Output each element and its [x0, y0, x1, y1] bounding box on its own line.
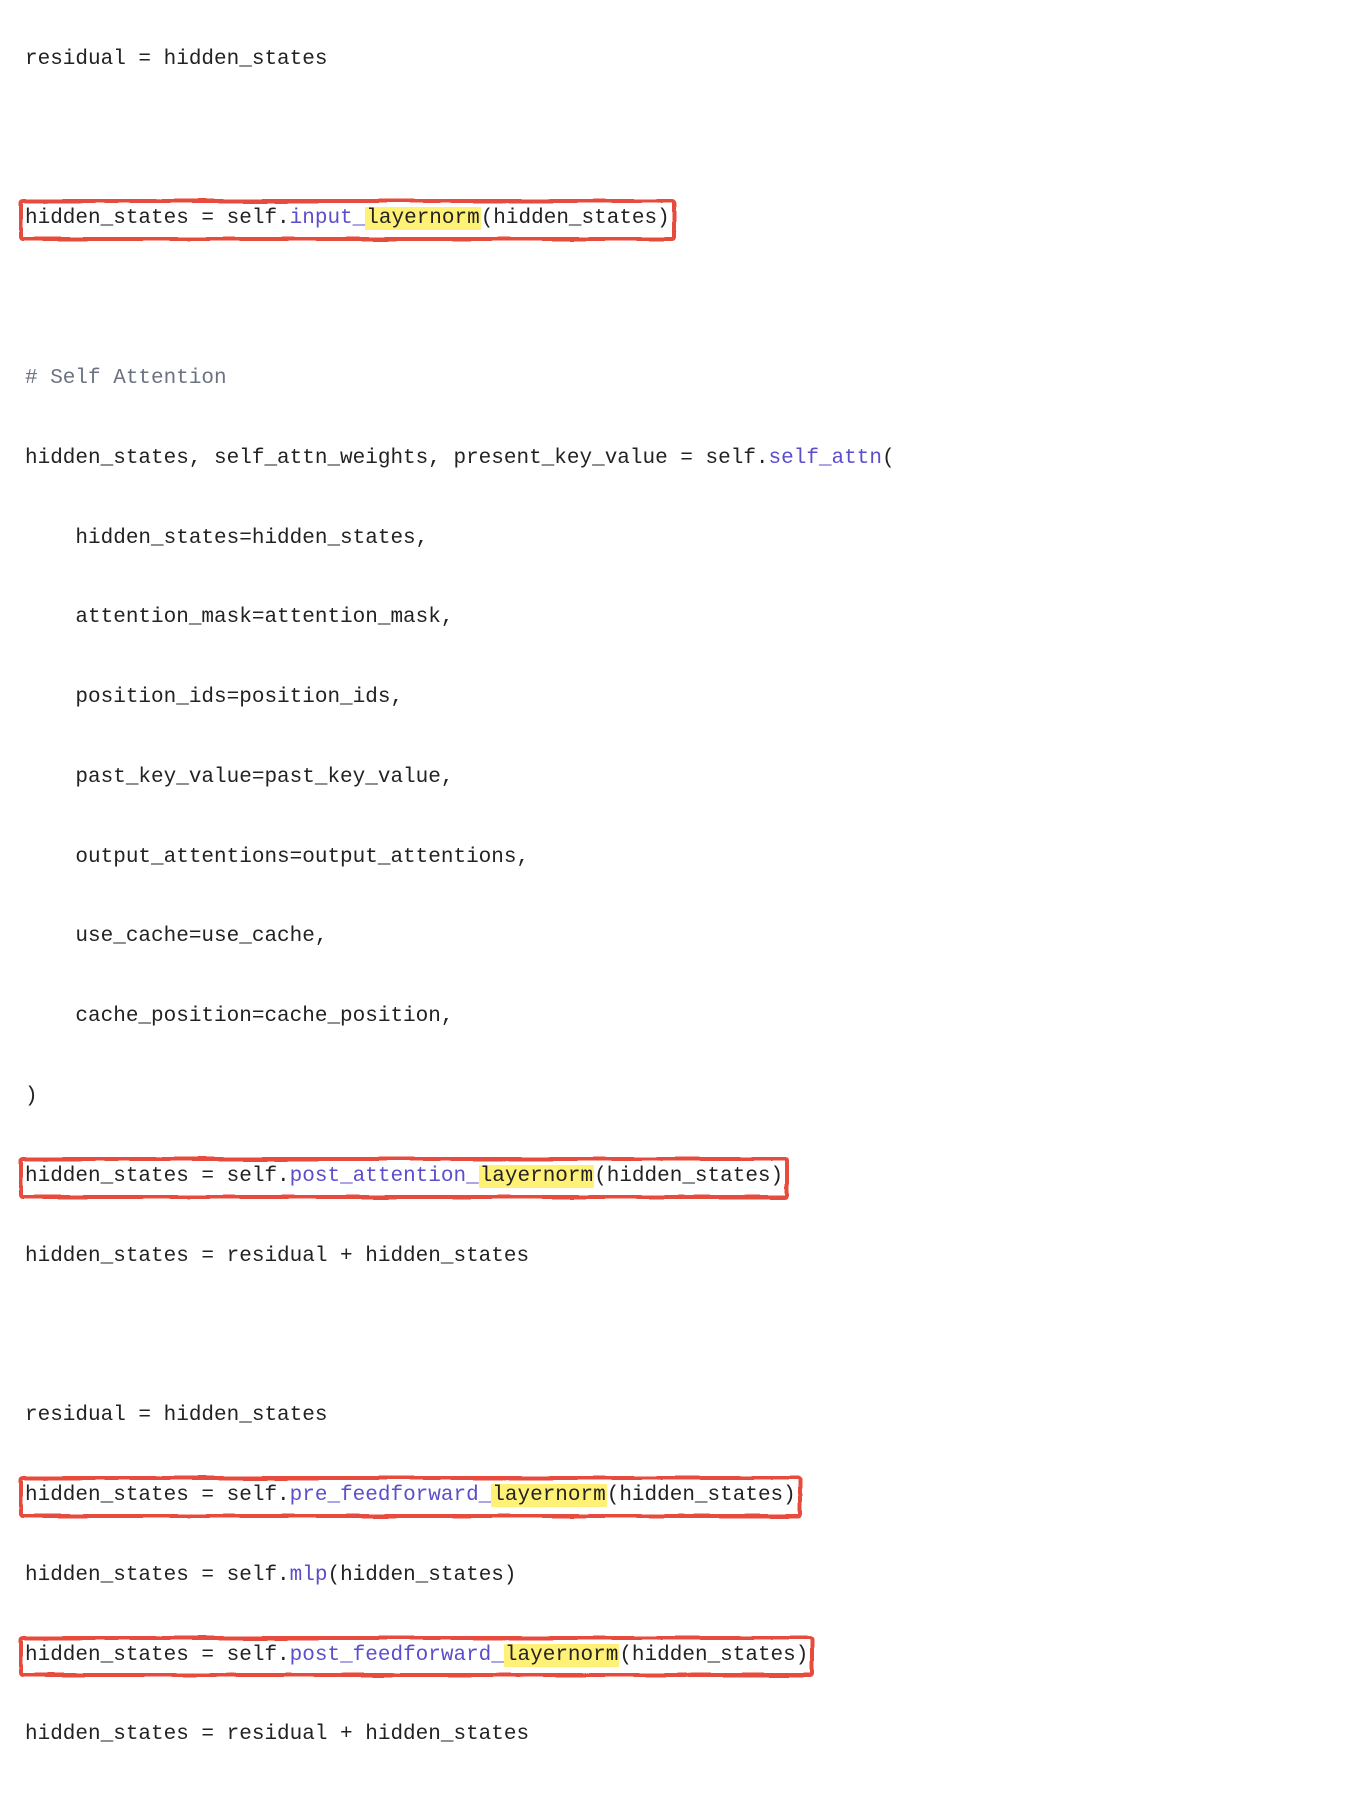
code-text: hidden_states=hidden_states, — [25, 527, 428, 550]
code-line-highlight-box: hidden_states = self.input_layernorm(hid… — [25, 199, 1352, 239]
code-text: hidden_states, self_attn_weights, presen… — [25, 447, 769, 470]
code-text: hidden_states = self. — [25, 1564, 290, 1587]
code-text: (hidden_states) — [481, 207, 670, 230]
code-text: output_attentions=output_attentions, — [25, 846, 529, 869]
code-text: hidden_states = self. — [25, 207, 290, 230]
code-line-highlight-box: hidden_states = self.post_attention_laye… — [25, 1157, 1352, 1197]
code-text: cache_position=cache_position, — [25, 1005, 453, 1028]
code-text: hidden_states = residual + hidden_states — [25, 1723, 529, 1746]
code-highlight: layernorm — [504, 1644, 619, 1667]
code-line-highlight-box: hidden_states = self.pre_feedforward_lay… — [25, 1476, 1352, 1516]
code-line — [25, 1316, 1352, 1356]
code-call: mlp — [290, 1564, 328, 1587]
code-text: hidden_states = self. — [25, 1644, 290, 1667]
code-attr: post_feedforward_ — [290, 1644, 504, 1667]
code-text: residual = hidden_states — [25, 48, 327, 71]
code-text: ) — [25, 1085, 38, 1108]
code-text: hidden_states = residual + hidden_states — [25, 1245, 529, 1268]
code-line: hidden_states, self_attn_weights, presen… — [25, 439, 1352, 479]
code-line: hidden_states = residual + hidden_states — [25, 1237, 1352, 1277]
code-text: hidden_states = self. — [25, 1484, 290, 1507]
code-text: past_key_value=past_key_value, — [25, 766, 453, 789]
code-line: ) — [25, 1077, 1352, 1117]
code-line: residual = hidden_states — [25, 40, 1352, 80]
code-text: use_cache=use_cache, — [25, 925, 327, 948]
code-line: cache_position=cache_position, — [25, 997, 1352, 1037]
code-line: hidden_states = self.mlp(hidden_states) — [25, 1556, 1352, 1596]
code-line: hidden_states=hidden_states, — [25, 519, 1352, 559]
code-line: use_cache=use_cache, — [25, 917, 1352, 957]
code-line: position_ids=position_ids, — [25, 678, 1352, 718]
code-text: (hidden_states) — [327, 1564, 516, 1587]
code-comment: # Self Attention — [25, 367, 227, 390]
code-line: past_key_value=past_key_value, — [25, 758, 1352, 798]
code-line: residual = hidden_states — [25, 1396, 1352, 1436]
code-line: output_attentions=output_attentions, — [25, 838, 1352, 878]
code-line: attention_mask=attention_mask, — [25, 598, 1352, 638]
code-block: residual = hidden_states hidden_states =… — [0, 0, 1356, 1796]
code-text: attention_mask=attention_mask, — [25, 606, 453, 629]
code-text: (hidden_states) — [619, 1644, 808, 1667]
code-attr: pre_feedforward_ — [290, 1484, 492, 1507]
code-line — [25, 120, 1352, 160]
code-line: # Self Attention — [25, 359, 1352, 399]
code-text: (hidden_states) — [594, 1165, 783, 1188]
code-call: self_attn — [769, 447, 882, 470]
code-highlight: layernorm — [479, 1165, 594, 1188]
code-text: hidden_states = self. — [25, 1165, 290, 1188]
code-line-highlight-box: hidden_states = self.post_feedforward_la… — [25, 1636, 1352, 1676]
code-text: (hidden_states) — [607, 1484, 796, 1507]
code-attr: post_attention_ — [290, 1165, 479, 1188]
code-attr: input_ — [290, 207, 366, 230]
code-text: position_ids=position_ids, — [25, 686, 403, 709]
code-highlight: layernorm — [491, 1484, 606, 1507]
code-highlight: layernorm — [365, 207, 480, 230]
code-line: hidden_states = residual + hidden_states — [25, 1715, 1352, 1755]
code-line — [25, 279, 1352, 319]
code-text: ( — [882, 447, 895, 470]
code-text: residual = hidden_states — [25, 1404, 327, 1427]
